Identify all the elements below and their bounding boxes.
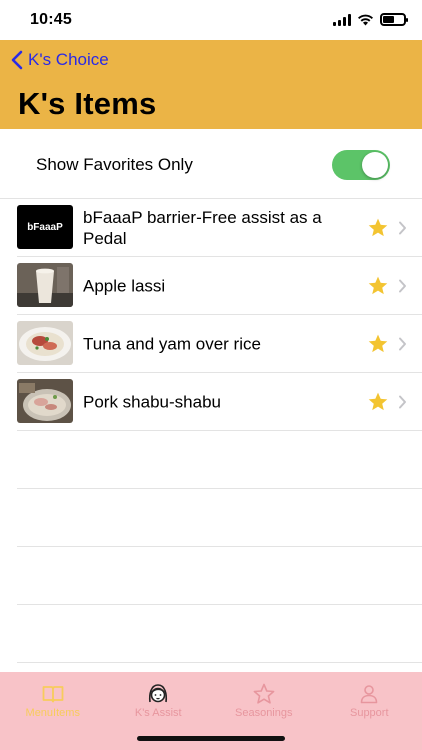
item-title: Tuna and yam over rice <box>83 334 261 353</box>
home-indicator <box>137 736 285 741</box>
apple-lassi-photo <box>17 263 73 307</box>
toggle-knob <box>362 152 388 178</box>
person-icon <box>360 685 378 704</box>
list-item[interactable]: bFaaaP bFaaaP barrier-Free assist as a P… <box>17 199 422 257</box>
list-item[interactable]: Apple lassi <box>17 257 422 315</box>
battery-icon <box>380 13 408 26</box>
empty-row-separator <box>17 547 422 605</box>
chevron-left-icon <box>11 50 23 70</box>
empty-row-separator <box>17 489 422 547</box>
list-item[interactable]: Tuna and yam over rice <box>17 315 422 373</box>
page-title: K's Items <box>18 86 157 121</box>
tab-support[interactable]: Support <box>317 672 422 750</box>
favorite-star-icon[interactable] <box>367 391 389 413</box>
cellular-signal-icon <box>333 13 351 26</box>
navigation-header: K's Choice K's Items <box>0 40 422 129</box>
tab-label: Seasonings <box>235 707 293 719</box>
favorite-star-icon[interactable] <box>367 217 389 239</box>
empty-row-separator <box>17 605 422 663</box>
screen: 10:45 K's Choice K's Items Show Favorite… <box>0 0 422 750</box>
pork-shabu-shabu-photo <box>17 379 73 423</box>
item-title: Pork shabu-shabu <box>83 392 221 411</box>
empty-row-separator <box>17 431 422 489</box>
back-button[interactable]: K's Choice <box>10 50 109 70</box>
favorite-star-icon[interactable] <box>367 333 389 355</box>
favorite-star-icon[interactable] <box>367 275 389 297</box>
item-title: bFaaaP barrier-Free assist as a Pedal <box>83 207 322 248</box>
back-button-label: K's Choice <box>28 50 109 69</box>
tab-menuitems[interactable]: MenuItems <box>0 672 106 750</box>
tab-label: K's Assist <box>134 707 182 719</box>
logo-text: bFaaaP <box>27 221 63 233</box>
chevron-right-icon <box>399 279 406 292</box>
girl-face-icon <box>149 684 168 703</box>
bfaaap-logo: bFaaaP <box>17 205 73 249</box>
chevron-right-icon <box>399 395 406 408</box>
wifi-icon <box>358 14 373 26</box>
status-bar: 10:45 <box>0 0 422 40</box>
status-time: 10:45 <box>30 11 72 28</box>
status-icons <box>333 13 408 26</box>
star-outline-icon <box>253 683 275 704</box>
tab-label: Support <box>349 707 389 719</box>
list-item[interactable]: Pork shabu-shabu <box>17 373 422 431</box>
chevron-right-icon <box>399 221 406 234</box>
favorites-filter-row: Show Favorites Only <box>0 129 422 199</box>
book-icon <box>42 686 64 703</box>
favorites-toggle[interactable] <box>332 150 390 180</box>
chevron-right-icon <box>399 337 406 350</box>
item-title: Apple lassi <box>83 276 166 295</box>
items-list: bFaaaP bFaaaP barrier-Free assist as a P… <box>0 199 422 663</box>
tab-label: MenuItems <box>25 707 80 719</box>
tuna-yam-rice-photo <box>17 321 73 365</box>
favorites-filter-label: Show Favorites Only <box>36 155 193 174</box>
